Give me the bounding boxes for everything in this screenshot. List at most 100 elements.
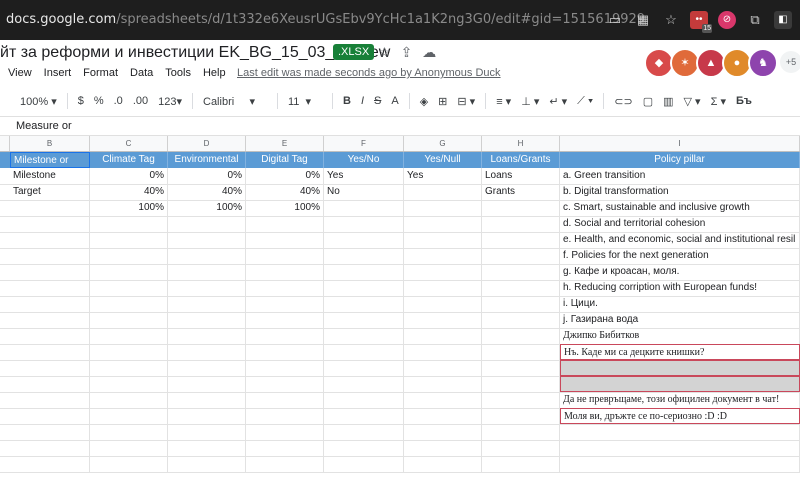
- cell-d[interactable]: [168, 360, 246, 376]
- cell-b[interactable]: [10, 360, 90, 376]
- cell-f[interactable]: [324, 440, 404, 456]
- cell-g[interactable]: [404, 344, 482, 360]
- cell-i[interactable]: b. Digital transformation: [560, 184, 800, 200]
- cell-c[interactable]: [90, 408, 168, 424]
- cell-h[interactable]: [482, 216, 560, 232]
- font-size-select[interactable]: 11 ▾: [288, 95, 322, 108]
- column-header[interactable]: C: [90, 136, 168, 151]
- move-folder-icon[interactable]: ⇪: [401, 44, 413, 61]
- cell-e[interactable]: [246, 360, 324, 376]
- cell-e[interactable]: [246, 440, 324, 456]
- cell-e[interactable]: [246, 216, 324, 232]
- cell-h[interactable]: [482, 424, 560, 440]
- cell-e[interactable]: [246, 344, 324, 360]
- cell-b[interactable]: [10, 264, 90, 280]
- cell-c[interactable]: [90, 424, 168, 440]
- cell-g[interactable]: [404, 440, 482, 456]
- cell-e[interactable]: [246, 232, 324, 248]
- cell-f[interactable]: [324, 376, 404, 392]
- column-header[interactable]: H: [482, 136, 560, 151]
- cell-c[interactable]: [90, 264, 168, 280]
- cell-h[interactable]: [482, 360, 560, 376]
- cell-e[interactable]: [246, 312, 324, 328]
- cell-b[interactable]: [10, 328, 90, 344]
- cell-header[interactable]: Milestone or: [10, 152, 90, 168]
- cell-d[interactable]: [168, 376, 246, 392]
- cell-h[interactable]: [482, 232, 560, 248]
- profile-extension-icon[interactable]: ◧: [774, 11, 792, 29]
- cell-h[interactable]: Grants: [482, 184, 560, 200]
- currency-button[interactable]: $: [78, 95, 84, 107]
- font-select[interactable]: Calibri ▾: [203, 95, 267, 108]
- italic-button[interactable]: I: [361, 95, 364, 107]
- cell-b[interactable]: [10, 376, 90, 392]
- cell-i[interactable]: Моля ви, дръжте се по-сериозно :D :D: [560, 408, 800, 424]
- cell-f[interactable]: [324, 424, 404, 440]
- avatar[interactable]: ♞: [748, 48, 778, 78]
- cell-i[interactable]: [560, 456, 800, 472]
- cell-i[interactable]: [560, 424, 800, 440]
- insert-comment-icon[interactable]: ▢: [643, 95, 653, 108]
- cell-d[interactable]: 0%: [168, 168, 246, 184]
- cell-g[interactable]: [404, 392, 482, 408]
- cell-d[interactable]: [168, 280, 246, 296]
- cell-i[interactable]: i. Цици.: [560, 296, 800, 312]
- cell-h[interactable]: [482, 328, 560, 344]
- cell-c[interactable]: [90, 344, 168, 360]
- cell-i[interactable]: [560, 360, 800, 376]
- cell-h[interactable]: [482, 408, 560, 424]
- cell-h[interactable]: [482, 248, 560, 264]
- input-tools-button[interactable]: Бъ: [736, 95, 752, 107]
- cell-b[interactable]: [10, 424, 90, 440]
- zoom-select[interactable]: 100% ▾: [20, 95, 57, 108]
- text-rotation-icon[interactable]: ⟋ ▾: [577, 95, 593, 108]
- cell-i[interactable]: g. Кафе и кроасан, моля.: [560, 264, 800, 280]
- cell-e[interactable]: [246, 280, 324, 296]
- cell-i[interactable]: d. Social and territorial cohesion: [560, 216, 800, 232]
- cell-f[interactable]: [324, 456, 404, 472]
- cell-c[interactable]: [90, 296, 168, 312]
- cell-f[interactable]: [324, 216, 404, 232]
- cell-f[interactable]: Yes: [324, 168, 404, 184]
- cell-f[interactable]: [324, 392, 404, 408]
- column-header[interactable]: E: [246, 136, 324, 151]
- cell-d[interactable]: [168, 296, 246, 312]
- cell-c[interactable]: [90, 328, 168, 344]
- cell-g[interactable]: [404, 424, 482, 440]
- cell-e[interactable]: [246, 408, 324, 424]
- select-all-corner[interactable]: [0, 136, 10, 151]
- cell-d[interactable]: [168, 408, 246, 424]
- cell-h[interactable]: [482, 296, 560, 312]
- cell-h[interactable]: [482, 376, 560, 392]
- filter-icon[interactable]: ▽ ▾: [684, 95, 701, 108]
- cell-c[interactable]: [90, 216, 168, 232]
- cell-g[interactable]: [404, 360, 482, 376]
- cell-header[interactable]: Policy pillar: [560, 152, 800, 168]
- pink-extension-icon[interactable]: ⊘: [718, 11, 736, 29]
- cell-h[interactable]: [482, 312, 560, 328]
- cloud-status-icon[interactable]: ☁: [422, 44, 436, 61]
- cell-g[interactable]: [404, 280, 482, 296]
- cell-header[interactable]: Environmental: [168, 152, 246, 168]
- star-bookmark-icon[interactable]: ☆: [662, 11, 680, 29]
- cell-d[interactable]: [168, 440, 246, 456]
- cell-f[interactable]: [324, 280, 404, 296]
- cell-e[interactable]: [246, 328, 324, 344]
- cell-h[interactable]: [482, 280, 560, 296]
- cell-g[interactable]: [404, 312, 482, 328]
- last-edit-link[interactable]: Last edit was made seconds ago by Anonym…: [237, 67, 501, 79]
- menu-format[interactable]: Format: [83, 67, 118, 85]
- column-header[interactable]: B: [10, 136, 90, 151]
- cell-f[interactable]: [324, 408, 404, 424]
- cell-e[interactable]: [246, 248, 324, 264]
- cell-c[interactable]: [90, 280, 168, 296]
- vertical-align-icon[interactable]: ⊥ ▾: [521, 95, 539, 108]
- cell-h[interactable]: [482, 440, 560, 456]
- cell-i[interactable]: h. Reducing corription with European fun…: [560, 280, 800, 296]
- cell-g[interactable]: [404, 376, 482, 392]
- percent-button[interactable]: %: [94, 95, 104, 107]
- cell-h[interactable]: Loans: [482, 168, 560, 184]
- cell-c[interactable]: 100%: [90, 200, 168, 216]
- cell-b[interactable]: [10, 440, 90, 456]
- cell-g[interactable]: Yes: [404, 168, 482, 184]
